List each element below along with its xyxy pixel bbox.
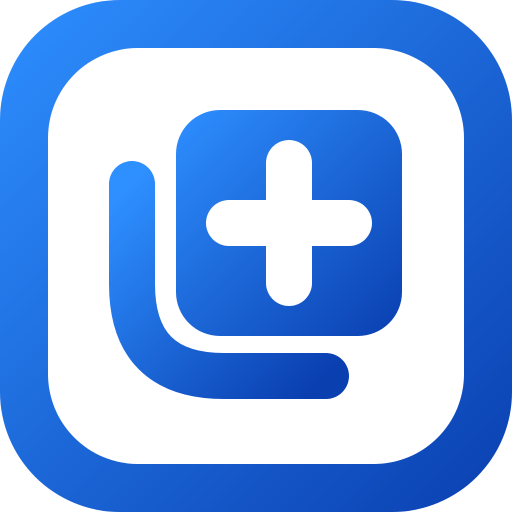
add-to-collection-icon <box>0 0 512 512</box>
add-to-collection-icon-graphic <box>0 0 512 512</box>
